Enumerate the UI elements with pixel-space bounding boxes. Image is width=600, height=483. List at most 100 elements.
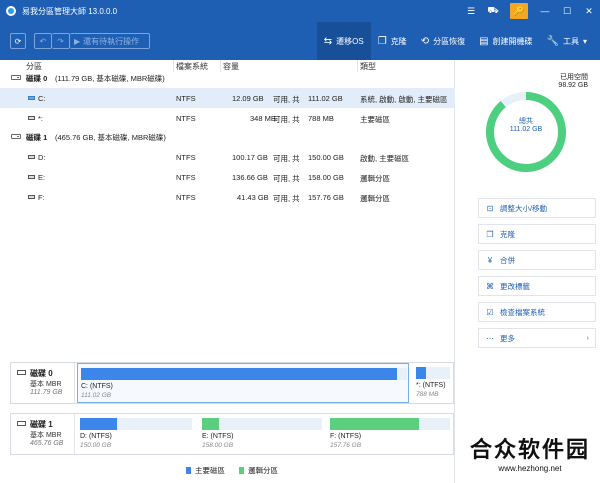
partition-used: 136.66 GB xyxy=(232,173,268,182)
action-clone[interactable]: ❐ 克隆 xyxy=(478,224,596,244)
partition-row-f[interactable]: F: NTFS 41.43 GB 可用, 共 157.76 GB 邏輯分區 xyxy=(0,187,455,207)
cart-icon[interactable]: ⛟ xyxy=(482,0,504,22)
windows-partition-icon xyxy=(28,96,35,100)
refresh-icon: ⟳ xyxy=(14,36,22,46)
total-label: 總共 xyxy=(519,118,533,125)
diskmap-kind: 基本 MBR xyxy=(30,432,62,439)
bootdisk-icon: ▤ xyxy=(479,35,489,47)
partition-total: 788 MB xyxy=(308,114,334,123)
segment-label: F: (NTFS) xyxy=(330,433,362,440)
action-resize-move[interactable]: ⊡ 調整大小/移動 xyxy=(478,198,596,218)
partition-row-c[interactable]: C: NTFS 12.09 GB 可用, 共 111.02 GB 系統, 啟動,… xyxy=(0,88,455,108)
disk-row-0[interactable]: 磁碟 0 (111.79 GB, 基本磁碟, MBR磁碟) xyxy=(0,68,455,88)
action-change-label[interactable]: ⌘ 更改標籤 xyxy=(478,276,596,296)
partition-used: 348 MB xyxy=(250,114,276,123)
partition-used: 12.09 GB xyxy=(232,94,264,103)
close-button[interactable]: ✕ xyxy=(578,0,600,22)
tool-tools-menu[interactable]: 🔧 工具 ▾ xyxy=(540,22,594,60)
tag-icon: ⌘ xyxy=(486,281,494,291)
tools-icon: 🔧 xyxy=(546,35,559,47)
pending-operations-label: 還有待執行操作 xyxy=(83,36,140,46)
partition-free-label: 可用, 共 xyxy=(273,194,300,203)
play-icon: ▶ xyxy=(74,36,81,46)
diskmap-kind: 基本 MBR xyxy=(30,381,62,388)
partition-type: 邏輯分區 xyxy=(360,194,390,203)
undo-button[interactable]: ↶ xyxy=(34,33,52,49)
tool-migrate-os[interactable]: ⇆ 遷移OS xyxy=(316,22,371,60)
partition-row-e[interactable]: E: NTFS 136.66 GB 可用, 共 158.00 GB 邏輯分區 xyxy=(0,167,455,187)
disk-icon xyxy=(11,134,21,139)
partition-free-label: 可用, 共 xyxy=(273,115,300,124)
partition-total: 157.76 GB xyxy=(308,193,344,202)
clone-icon: ❐ xyxy=(377,35,387,47)
diskmap-info: 磁碟 0 基本 MBR 111.79 GB xyxy=(11,363,75,403)
diskmap-segment[interactable]: F: (NTFS) 157.76 GB xyxy=(327,414,453,454)
toolbar: ⟳ ↶ ↷ ▶ 還有待執行操作 ⇆ 遷移OS ❐ 克隆 ⟲ 分區恢復 ▤ 創建開機碟 🔧… xyxy=(0,22,600,60)
partition-name: D: xyxy=(38,153,46,162)
partition-row-star[interactable]: *: NTFS 348 MB 可用, 共 788 MB 主要磁區 xyxy=(0,108,455,128)
partition-fs: NTFS xyxy=(176,153,196,162)
recovery-icon: ⟲ xyxy=(420,35,430,47)
partition-type: 系統, 啟動, 啟動, 主要磁區 xyxy=(360,95,448,104)
pending-operations-button[interactable]: ▶ 還有待執行操作 xyxy=(70,33,150,49)
maximize-button[interactable]: ☐ xyxy=(556,0,578,22)
tool-clone[interactable]: ❐ 克隆 xyxy=(371,22,414,60)
legend: 主要磁區 邏輯分區 xyxy=(186,465,278,476)
partition-icon xyxy=(28,195,35,199)
legend-logical-swatch xyxy=(239,467,244,474)
diskmap-segment[interactable]: D: (NTFS) 150.00 GB xyxy=(77,414,195,454)
watermark-text: 合众软件园 xyxy=(469,438,590,463)
diskmap-disk-1: 磁碟 1 基本 MBR 465.76 GB D: (NTFS) 150.00 G… xyxy=(10,413,454,455)
partition-total: 111.02 GB xyxy=(308,94,343,103)
undo-icon: ↶ xyxy=(39,36,47,46)
action-merge[interactable]: ¥ 合併 xyxy=(478,250,596,270)
chevron-right-icon: › xyxy=(586,333,590,342)
disk-row-1[interactable]: 磁碟 1 (465.76 GB, 基本磁碟, MBR磁碟) xyxy=(0,127,455,147)
action-list: ⊡ 調整大小/移動 ❐ 克隆 ¥ 合併 ⌘ 更改標籤 ☑ 檢查檔案系統 ⋯ 更多 › xyxy=(478,198,596,354)
partition-fs: NTFS xyxy=(176,193,196,202)
refresh-button[interactable]: ⟳ xyxy=(10,33,26,49)
partition-total: 150.00 GB xyxy=(308,153,344,162)
partition-type: 主要磁區 xyxy=(360,115,390,124)
partition-type: 邏輯分區 xyxy=(360,174,390,183)
tool-partition-recovery[interactable]: ⟲ 分區恢復 xyxy=(414,22,472,60)
diskmap-segment[interactable]: E: (NTFS) 158.00 GB xyxy=(199,414,325,454)
title-bar: 易我分區管理大師 13.0.0.0 ☰ ⛟ 🔑 — ☐ ✕ xyxy=(0,0,600,22)
diskmap-segment[interactable]: *: (NTFS) 788 MB xyxy=(413,363,453,403)
partition-used: 41.43 GB xyxy=(237,193,269,202)
redo-button[interactable]: ↷ xyxy=(52,33,70,49)
action-check-filesystem[interactable]: ☑ 檢查檔案系統 xyxy=(478,302,596,322)
partition-icon xyxy=(28,155,35,159)
resize-icon: ⊡ xyxy=(486,203,494,213)
merge-icon: ¥ xyxy=(487,255,493,265)
disk-icon xyxy=(17,421,26,426)
key-icon[interactable]: 🔑 xyxy=(510,3,528,19)
used-space-label: 已用空間 xyxy=(560,74,588,81)
minimize-button[interactable]: — xyxy=(534,0,556,22)
more-icon: ⋯ xyxy=(486,333,494,343)
partition-row-d[interactable]: D: NTFS 100.17 GB 可用, 共 150.00 GB 啟動, 主要… xyxy=(0,147,455,167)
legend-primary: 主要磁區 xyxy=(186,465,225,476)
partition-name: F: xyxy=(38,193,45,202)
diskmap-size: 465.76 GB xyxy=(30,440,64,447)
donut-center-text: 總共 111.02 GB xyxy=(484,116,568,133)
action-more[interactable]: ⋯ 更多 › xyxy=(478,328,596,348)
diskmap-size: 111.79 GB xyxy=(30,389,63,396)
app-logo-icon xyxy=(6,6,16,16)
disk-label: 磁碟 1 xyxy=(26,133,48,142)
segment-size: 111.02 GB xyxy=(81,392,112,399)
check-icon: ☑ xyxy=(486,307,494,317)
segment-size: 157.76 GB xyxy=(330,442,362,449)
partition-fs: NTFS xyxy=(176,94,196,103)
tool-create-bootdisk[interactable]: ▤ 創建開機碟 xyxy=(472,22,539,60)
segment-size: 788 MB xyxy=(416,391,439,398)
partition-fs: NTFS xyxy=(176,114,196,123)
partition-icon xyxy=(28,175,35,179)
diskmap-segment[interactable]: C: (NTFS) 111.02 GB xyxy=(77,363,409,403)
segment-label: C: (NTFS) xyxy=(81,383,113,390)
diskmap-name: 磁碟 1 xyxy=(30,420,53,429)
list-icon[interactable]: ☰ xyxy=(460,0,482,22)
segment-usage-fill xyxy=(330,418,419,430)
disk-info: (111.79 GB, 基本磁碟, MBR磁碟) xyxy=(55,74,165,83)
disk-label: 磁碟 0 xyxy=(26,74,48,83)
